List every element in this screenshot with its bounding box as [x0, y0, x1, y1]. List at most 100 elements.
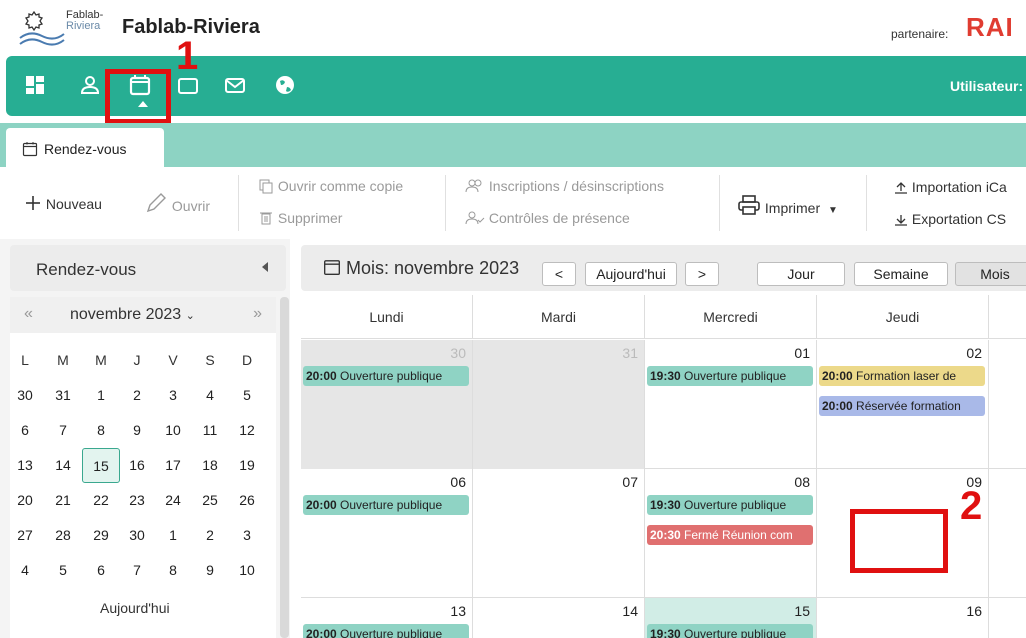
mini-day[interactable]: 23 [118, 483, 156, 518]
calendar-day-cell[interactable]: 14 [473, 598, 645, 638]
calendar-event[interactable]: 19:30 Ouverture publique [647, 624, 813, 638]
mini-prev-button[interactable]: « [24, 305, 33, 323]
open-copy-button[interactable]: Ouvrir comme copie [258, 178, 403, 194]
calendar-event[interactable]: 20:00 Ouverture publique [303, 624, 469, 638]
calendar-day-cell-partial[interactable] [989, 340, 1026, 469]
mini-day[interactable]: 19 [228, 448, 266, 483]
open-button[interactable]: Ouvrir [144, 192, 210, 214]
mini-day[interactable]: 9 [118, 413, 156, 448]
mini-day[interactable]: 30 [6, 378, 44, 413]
calendar-day-cell[interactable]: 31 [473, 340, 645, 469]
mini-day[interactable]: 7 [44, 413, 82, 448]
mini-day[interactable]: 29 [82, 518, 120, 553]
calendar-next-button[interactable]: > [685, 262, 719, 286]
mini-day[interactable]: 1 [82, 378, 120, 413]
mail-icon[interactable] [220, 70, 250, 100]
import-ical-button[interactable]: Importation iCa [894, 179, 1007, 195]
mini-day[interactable]: 21 [44, 483, 82, 518]
calendar-day-cell[interactable]: 02 20:00 Formation laser de 20:00 Réservée… [817, 340, 989, 469]
calendar-event[interactable]: 20:00 Ouverture publique [303, 495, 469, 515]
globe-icon[interactable] [270, 70, 300, 100]
left-panel-scrollbar[interactable] [280, 297, 289, 638]
mini-day[interactable]: 26 [228, 483, 266, 518]
mini-day[interactable]: 5 [44, 553, 82, 588]
mini-day[interactable]: 17 [154, 448, 192, 483]
calendar-event[interactable]: 19:30 Ouverture publique [647, 366, 813, 386]
mini-day[interactable]: 1 [154, 518, 192, 553]
mini-day[interactable]: 3 [154, 378, 192, 413]
delete-button[interactable]: Supprimer [258, 210, 342, 226]
mini-day[interactable]: 30 [118, 518, 156, 553]
view-day-button[interactable]: Jour [757, 262, 845, 286]
calendar-day-cell[interactable]: 13 20:00 Ouverture publique [301, 598, 473, 638]
mini-day[interactable]: 31 [44, 378, 82, 413]
mini-day[interactable]: 24 [154, 483, 192, 518]
new-button[interactable]: Nouveau [24, 194, 102, 212]
dashboard-icon[interactable] [20, 70, 50, 100]
mini-next-button[interactable]: » [253, 305, 262, 323]
calendar-prev-button[interactable]: < [542, 262, 576, 286]
mini-day[interactable]: 8 [82, 413, 120, 448]
partner-name[interactable]: RAI [966, 12, 1014, 43]
calendar-event[interactable]: 20:00 Formation laser de [819, 366, 985, 386]
calendar-day-cell[interactable]: 06 20:00 Ouverture publique [301, 469, 473, 598]
calendar-event[interactable]: 20:30 Fermé Réunion com [647, 525, 813, 545]
calendar-day-cell[interactable]: 16 [817, 598, 989, 638]
mini-day[interactable]: 8 [154, 553, 192, 588]
mini-day[interactable]: 16 [118, 448, 156, 483]
mini-day[interactable]: 15 [82, 448, 120, 483]
mini-day[interactable]: 10 [154, 413, 192, 448]
mini-day[interactable]: 12 [228, 413, 266, 448]
mini-day[interactable]: 20 [6, 483, 44, 518]
calendar-event[interactable]: 20:00 Réservée formation [819, 396, 985, 416]
calendar-event[interactable]: 19:30 Ouverture publique [647, 495, 813, 515]
tab-rendez-vous[interactable]: Rendez-vous [6, 128, 164, 167]
event-time: 20:00 [822, 369, 853, 383]
mini-day[interactable]: 4 [6, 553, 44, 588]
mini-day[interactable]: 2 [191, 518, 229, 553]
mini-day[interactable]: 14 [44, 448, 82, 483]
calendar-day-cell-partial[interactable] [989, 598, 1026, 638]
mini-today-button[interactable]: Aujourd'hui [100, 600, 170, 616]
day-header-row: Lundi Mardi Mercredi Jeudi [301, 295, 1026, 339]
mini-day[interactable]: 11 [191, 413, 229, 448]
mini-day[interactable]: 22 [82, 483, 120, 518]
mini-month-selector[interactable]: novembre 2023 ⌄ [70, 306, 195, 324]
view-week-button[interactable]: Semaine [854, 262, 948, 286]
mini-day[interactable]: 18 [191, 448, 229, 483]
print-button[interactable]: Imprimer ▼ [737, 194, 838, 216]
event-time: 20:00 [306, 498, 337, 512]
calendar-today-button[interactable]: Aujourd'hui [585, 262, 677, 286]
mini-day[interactable]: 27 [6, 518, 44, 553]
users-check-icon [465, 211, 485, 225]
mini-day[interactable]: 6 [6, 413, 44, 448]
presence-button[interactable]: Contrôles de présence [465, 210, 630, 226]
user-label[interactable]: Utilisateur: [950, 78, 1023, 94]
user-icon[interactable] [75, 70, 105, 100]
mini-day[interactable]: 7 [118, 553, 156, 588]
mini-day[interactable]: 25 [191, 483, 229, 518]
export-csv-button[interactable]: Exportation CS [894, 211, 1006, 227]
calendar-day-cell[interactable]: 07 [473, 469, 645, 598]
mini-day[interactable]: 6 [82, 553, 120, 588]
calendar-day-cell-partial[interactable] [989, 469, 1026, 598]
calendar-event[interactable]: 20:00 Ouverture publique [303, 366, 469, 386]
collapse-left-icon[interactable] [262, 262, 268, 272]
mini-day[interactable]: 10 [228, 553, 266, 588]
view-month-button[interactable]: Mois [955, 262, 1026, 286]
calendar-title: Mois: novembre 2023 [323, 258, 519, 279]
calendar-day-cell[interactable]: 30 20:00 Ouverture publique [301, 340, 473, 469]
open-button-label: Ouvrir [171, 198, 211, 214]
mini-day[interactable]: 9 [191, 553, 229, 588]
mini-day[interactable]: 5 [228, 378, 266, 413]
mini-day[interactable]: 2 [118, 378, 156, 413]
mini-day[interactable]: 13 [6, 448, 44, 483]
mini-day[interactable]: 3 [228, 518, 266, 553]
calendar-day-cell[interactable]: 08 19:30 Ouverture publique 20:30 Fermé Ré… [645, 469, 817, 598]
registrations-button[interactable]: Inscriptions / désinscriptions [465, 178, 664, 194]
calendar-day-cell[interactable]: 15 19:30 Ouverture publique [645, 598, 817, 638]
mini-day[interactable]: 4 [191, 378, 229, 413]
annotation-box-2 [850, 509, 948, 573]
mini-day[interactable]: 28 [44, 518, 82, 553]
calendar-day-cell[interactable]: 01 19:30 Ouverture publique [645, 340, 817, 469]
